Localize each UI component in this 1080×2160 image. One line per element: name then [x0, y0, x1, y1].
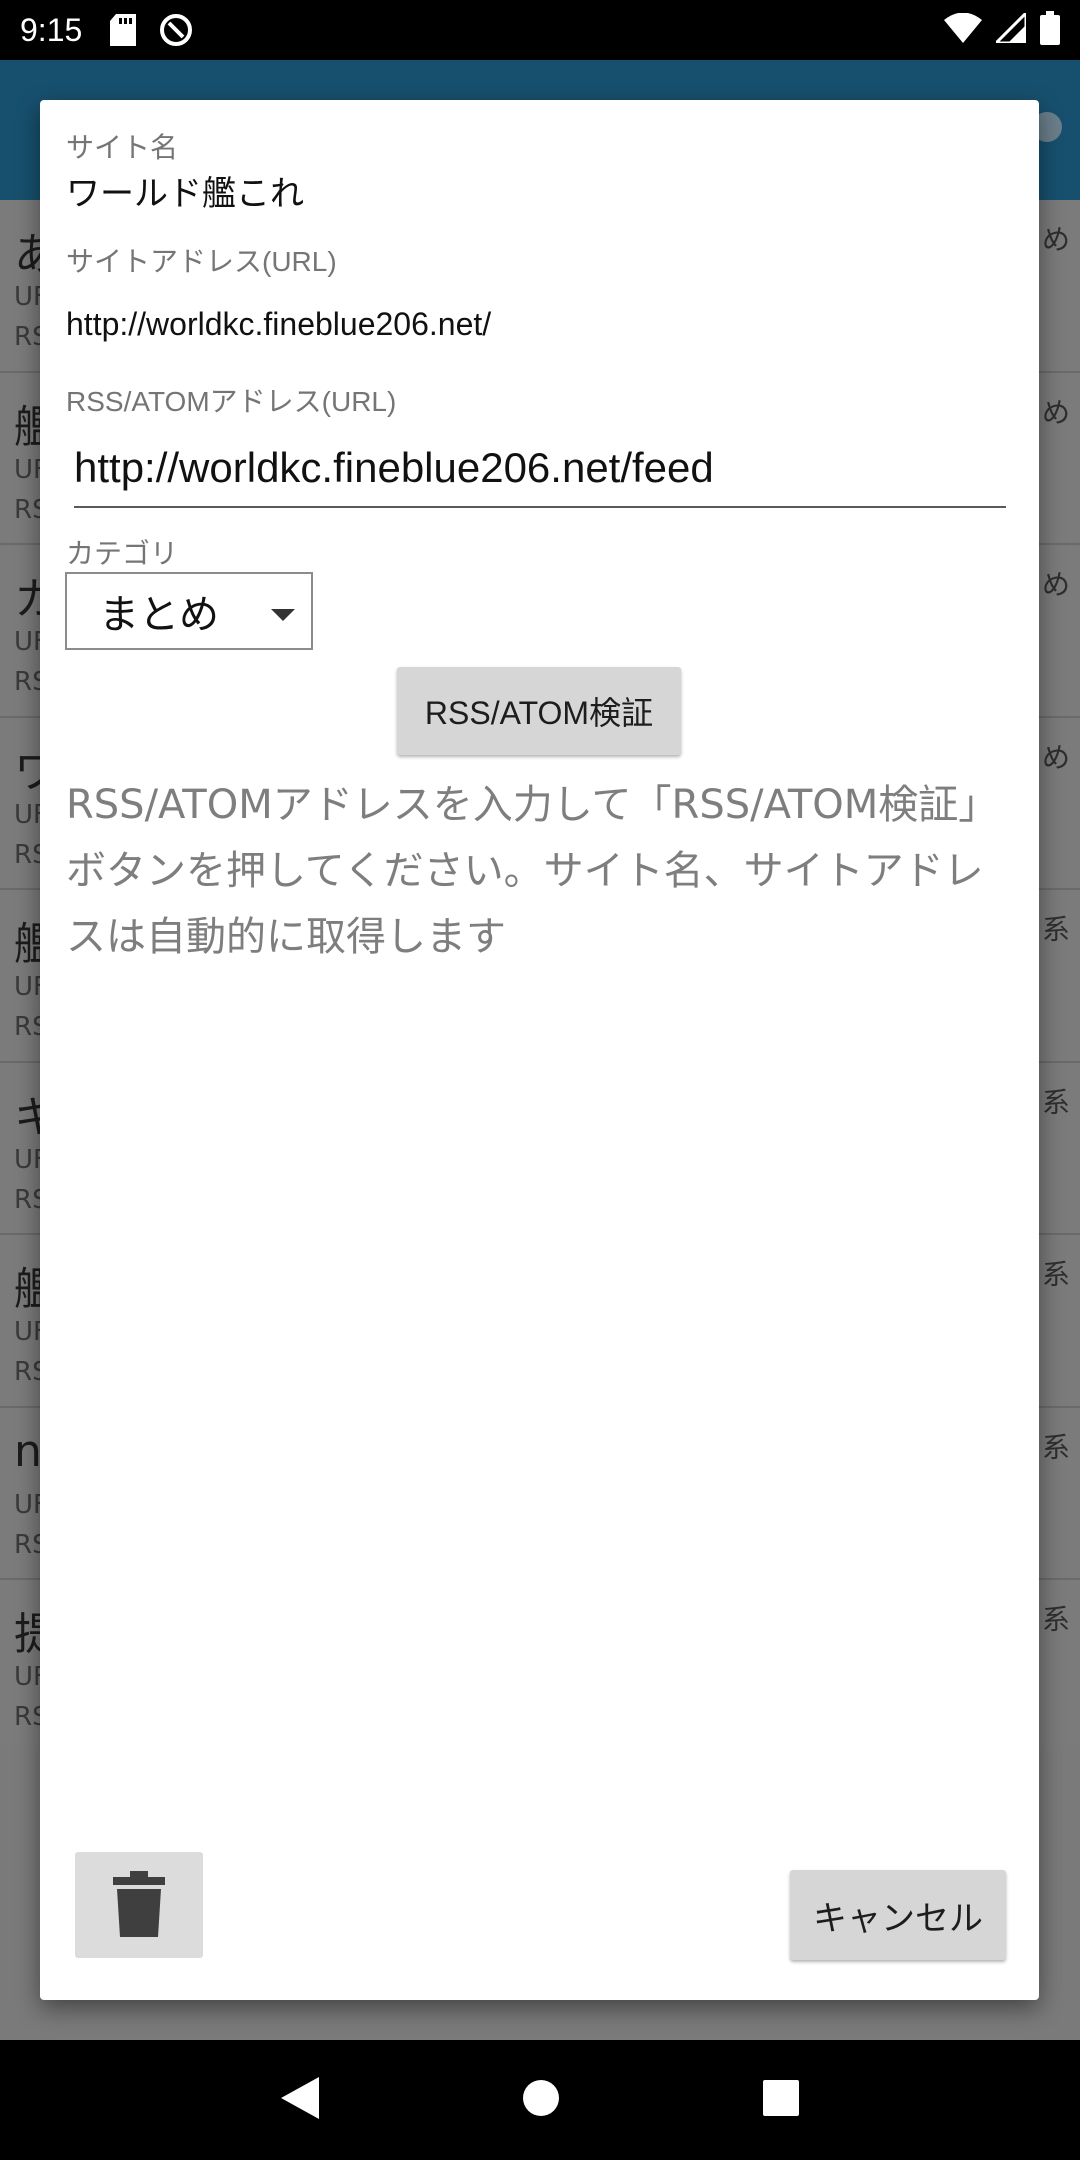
sd-card-icon: [110, 14, 137, 46]
rss-verify-button[interactable]: RSS/ATOM検証: [397, 667, 681, 755]
background-item-category: 系: [1041, 1085, 1070, 1119]
recents-icon[interactable]: [762, 2080, 799, 2120]
delete-button[interactable]: [75, 1852, 203, 1958]
site-url-value: http://worldkc.fineblue206.net/: [66, 306, 492, 342]
signal-icon: [992, 9, 1028, 47]
status-bar: 9:15: [0, 0, 1080, 60]
cancel-button[interactable]: キャンセル: [790, 1870, 1006, 1960]
status-time: 9:15: [20, 11, 83, 48]
data-saver-icon: [158, 12, 194, 48]
back-icon[interactable]: [281, 2077, 320, 2123]
category-select[interactable]: まとめ: [65, 572, 313, 650]
wifi-icon: [944, 12, 982, 47]
category-selected-value: まとめ: [99, 592, 219, 638]
dropdown-arrow-icon: [271, 609, 295, 621]
background-item-category: め: [1041, 395, 1070, 429]
rss-url-label: RSS/ATOMアドレス(URL): [66, 386, 397, 417]
edit-site-dialog: サイト名 ワールド艦これ サイトアドレス(URL) http://worldkc…: [40, 100, 1039, 2000]
site-url-label: サイトアドレス(URL): [66, 246, 337, 277]
background-item-category: め: [1041, 568, 1070, 601]
background-item-title: n: [14, 1425, 42, 1477]
instruction-text: RSS/ATOMアドレスを入力して「RSS/ATOM検証」ボタンを押してください…: [66, 782, 999, 960]
status-right-group: [944, 9, 1060, 49]
background-item-category: 系: [1041, 1258, 1070, 1291]
site-name-value: ワールド艦これ: [66, 175, 304, 213]
navigation-bar: [0, 2040, 1080, 2160]
rss-url-input[interactable]: [74, 436, 1006, 508]
background-item-category: め: [1041, 223, 1070, 256]
category-label: カテゴリ: [66, 538, 179, 569]
background-item-category: 系: [1041, 913, 1070, 946]
background-item-category: め: [1041, 740, 1070, 774]
background-item-category: 系: [1041, 1430, 1070, 1464]
battery-icon: [1040, 11, 1060, 49]
trash-icon: [113, 1870, 165, 1940]
home-icon[interactable]: [522, 2079, 560, 2121]
background-item-category: 系: [1041, 1603, 1070, 1636]
site-name-label: サイト名: [66, 132, 179, 163]
